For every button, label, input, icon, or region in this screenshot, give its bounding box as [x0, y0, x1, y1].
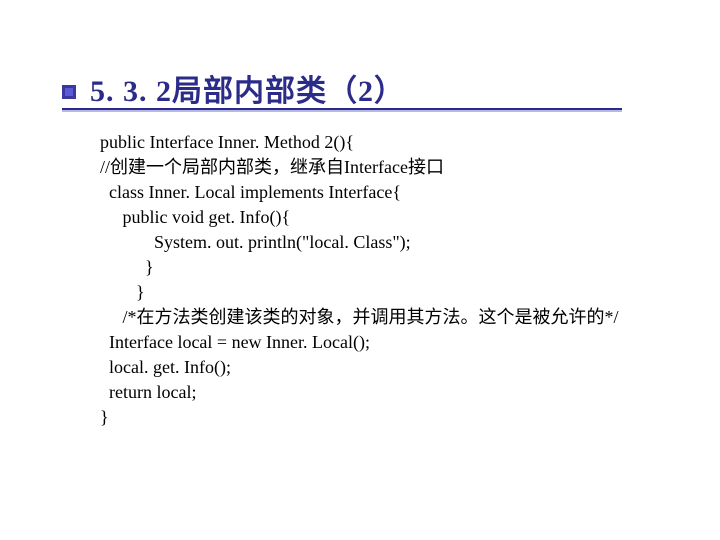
bullet-icon	[62, 85, 76, 99]
title-underline	[62, 108, 622, 112]
code-line: }	[100, 257, 154, 277]
code-line: //创建一个局部内部类，继承自Interface接口	[100, 157, 444, 177]
slide-title: 5. 3. 2局部内部类（2）	[90, 66, 405, 110]
code-line: return local;	[100, 382, 196, 402]
code-line: public void get. Info(){	[100, 207, 290, 227]
code-line: System. out. println("local. Class");	[100, 232, 411, 252]
slide: 5. 3. 2局部内部类（2） public Interface Inner. …	[0, 0, 720, 540]
code-line: }	[100, 282, 145, 302]
title-row: 5. 3. 2局部内部类（2）	[62, 66, 405, 110]
code-line: Interface local = new Inner. Local();	[100, 332, 370, 352]
code-line: local. get. Info();	[100, 357, 231, 377]
code-line: public Interface Inner. Method 2(){	[100, 132, 354, 152]
code-block: public Interface Inner. Method 2(){ //创建…	[100, 130, 619, 430]
code-line: class Inner. Local implements Interface{	[100, 182, 401, 202]
code-line: /*在方法类创建该类的对象，并调用其方法。这个是被允许的*/	[100, 307, 619, 327]
code-line: }	[100, 407, 109, 427]
